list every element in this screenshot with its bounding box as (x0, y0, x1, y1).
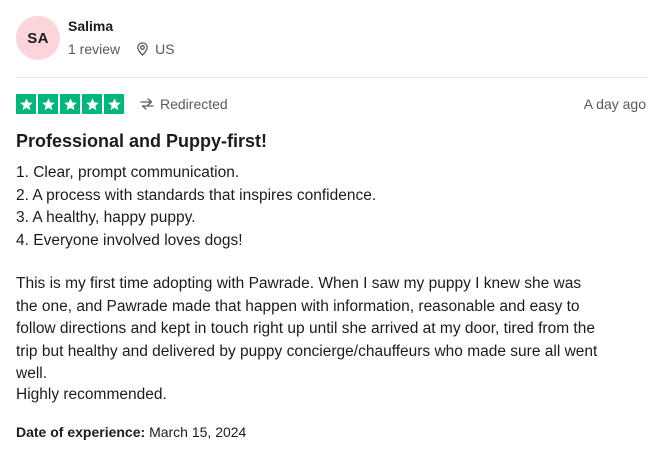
star-icon (16, 94, 36, 114)
star-rating (16, 94, 124, 114)
experience-label: Date of experience: (16, 424, 146, 440)
redirect-arrow-icon (140, 98, 154, 110)
review-points: 1. Clear, prompt communication. 2. A pro… (16, 162, 376, 252)
country-label: US (155, 41, 175, 57)
review-card: SA Salima 1 review US Redirected A day a… (0, 0, 666, 454)
review-body-line: the one, and Pawrade made that happen wi… (16, 297, 580, 315)
review-count: 1 review (68, 41, 121, 57)
experience-date: March 15, 2024 (149, 424, 247, 440)
review-point: 1. Clear, prompt communication. (16, 164, 240, 181)
review-body-line: This is my first time adopting with Pawr… (16, 275, 582, 292)
review-body-line: well. (16, 365, 48, 382)
review-point: 2. A process with standards that inspire… (16, 186, 377, 204)
verification-text: Redirected (160, 96, 228, 112)
avatar-initials: SA (27, 29, 49, 47)
review-closing: Highly recommended. (16, 386, 167, 403)
reviewer-meta: 1 review US (68, 41, 175, 57)
star-icon (104, 94, 124, 114)
location-pin-icon (137, 42, 148, 56)
review-title[interactable]: Professional and Puppy-first! (16, 131, 267, 152)
review-body: This is my first time adopting with Pawr… (16, 273, 656, 386)
star-icon (60, 94, 80, 114)
star-icon (38, 94, 58, 114)
review-body-line: trip but healthy and delivered by puppy … (16, 342, 598, 360)
date-of-experience: Date of experience: March 15, 2024 (16, 424, 246, 440)
reviewer-country: US (136, 41, 175, 57)
reviewer-name[interactable]: Salima (68, 18, 113, 34)
star-icon (82, 94, 102, 114)
verification-label[interactable]: Redirected (140, 96, 228, 112)
divider (16, 77, 648, 78)
avatar[interactable]: SA (16, 16, 60, 60)
review-date: A day ago (583, 96, 646, 112)
review-body-line: follow directions and kept in touch righ… (16, 320, 595, 337)
review-point: 4. Everyone involved loves dogs! (16, 231, 243, 249)
review-point: 3. A healthy, happy puppy. (16, 209, 196, 226)
